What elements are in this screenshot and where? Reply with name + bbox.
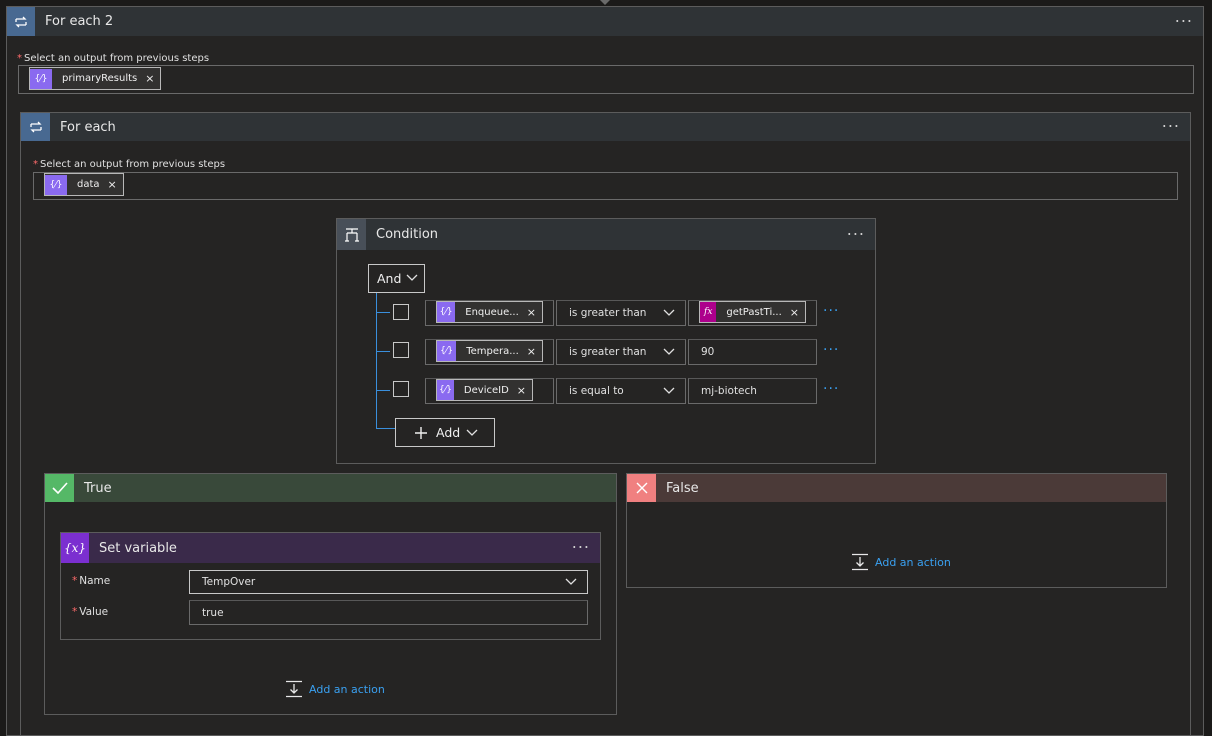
chevron-down-icon: [466, 429, 478, 436]
remove-token-icon[interactable]: ×: [517, 384, 526, 397]
set-variable-menu-icon[interactable]: ···: [572, 538, 590, 557]
foreach2-header[interactable]: For each 2 ···: [7, 7, 1203, 36]
condition-tree-line: [376, 293, 377, 429]
row1-more-icon[interactable]: ···: [823, 303, 839, 319]
check-icon: [45, 474, 74, 502]
group-operator-label: And: [377, 271, 402, 286]
false-branch-title: False: [666, 480, 699, 496]
condition-header[interactable]: Condition ···: [337, 219, 875, 250]
variable-name-dropdown[interactable]: TempOver: [189, 570, 588, 594]
fx-icon: fx: [700, 302, 717, 322]
close-icon: [627, 474, 656, 502]
chevron-down-icon: [406, 274, 418, 281]
chevron-down-icon: [565, 578, 577, 585]
row1-right-token[interactable]: fx getPastTi... ×: [699, 301, 806, 323]
row1-left-token[interactable]: {⁄} Enqueue... ×: [436, 301, 543, 323]
chevron-down-icon: [663, 309, 675, 316]
remove-token-icon[interactable]: ×: [790, 306, 799, 319]
condition-tree-branch: [376, 428, 396, 429]
foreach-field-label: * Select an output from previous steps: [33, 159, 226, 170]
condition-tree-branch: [376, 312, 390, 313]
token-primary-results[interactable]: {⁄} primaryResults ×: [29, 67, 162, 90]
row-checkbox[interactable]: [393, 342, 409, 358]
variable-value-input[interactable]: true: [189, 600, 588, 625]
true-branch-header[interactable]: True: [45, 474, 616, 502]
foreach-menu-icon[interactable]: ···: [1162, 117, 1180, 136]
false-add-action-link[interactable]: Add an action: [851, 553, 951, 571]
remove-token-icon[interactable]: ×: [527, 306, 536, 319]
remove-token-icon[interactable]: ×: [108, 178, 117, 191]
true-branch-title: True: [84, 480, 112, 496]
false-branch-header[interactable]: False: [627, 474, 1166, 502]
foreach2-menu-icon[interactable]: ···: [1175, 11, 1193, 30]
foreach2-field-label: * Select an output from previous steps: [17, 53, 210, 64]
chevron-down-icon: [663, 348, 675, 355]
set-variable-header[interactable]: {x} Set variable ···: [61, 533, 600, 563]
dynamic-content-icon: {⁄}: [437, 380, 454, 400]
row2-right-field[interactable]: 90: [688, 339, 817, 365]
insert-step-icon: [286, 680, 302, 698]
set-variable-title: Set variable: [99, 540, 177, 556]
value-field-label: * Value: [72, 606, 109, 618]
condition-tree-branch: [376, 390, 390, 391]
foreach-header[interactable]: For each ···: [21, 113, 1190, 141]
dynamic-content-icon: {⁄}: [30, 68, 52, 89]
row3-left-token[interactable]: {⁄} DeviceID ×: [436, 379, 533, 401]
row3-more-icon[interactable]: ···: [823, 381, 839, 397]
row3-operator-dropdown[interactable]: is equal to: [556, 378, 686, 404]
condition-menu-icon[interactable]: ···: [847, 224, 865, 243]
row2-left-token[interactable]: {⁄} Tempera... ×: [436, 340, 543, 362]
token-data[interactable]: {⁄} data ×: [44, 173, 124, 196]
row3-right-field[interactable]: mj-biotech: [688, 378, 817, 404]
condition-title: Condition: [376, 227, 439, 242]
insert-step-icon: [852, 553, 868, 571]
dynamic-content-icon: {⁄}: [437, 302, 456, 322]
foreach-title: For each: [60, 119, 116, 135]
row2-operator-dropdown[interactable]: is greater than: [556, 339, 686, 365]
remove-token-icon[interactable]: ×: [527, 345, 536, 358]
true-add-action-link[interactable]: Add an action: [285, 680, 385, 698]
row-checkbox[interactable]: [393, 381, 409, 397]
dynamic-content-icon: {⁄}: [45, 174, 67, 195]
loop-icon: [21, 113, 50, 141]
condition-tree-branch: [376, 351, 390, 352]
condition-icon: [337, 219, 366, 250]
collapse-marker: [600, 0, 610, 5]
add-condition-button[interactable]: Add: [395, 418, 495, 447]
name-field-label: * Name: [72, 575, 111, 587]
remove-token-icon[interactable]: ×: [145, 72, 154, 85]
foreach2-output-input[interactable]: [18, 65, 1194, 94]
variable-icon: {x}: [61, 533, 89, 563]
foreach2-title: For each 2: [45, 14, 114, 29]
add-condition-label: Add: [436, 425, 461, 440]
chevron-down-icon: [663, 387, 675, 394]
row2-more-icon[interactable]: ···: [823, 342, 839, 358]
loop-icon: [7, 7, 35, 36]
group-operator-dropdown[interactable]: And: [368, 264, 425, 293]
row-checkbox[interactable]: [393, 304, 409, 320]
row1-operator-dropdown[interactable]: is greater than: [556, 300, 686, 326]
dynamic-content-icon: {⁄}: [437, 341, 457, 361]
plus-icon: [415, 427, 427, 439]
foreach-output-input[interactable]: [33, 172, 1178, 200]
